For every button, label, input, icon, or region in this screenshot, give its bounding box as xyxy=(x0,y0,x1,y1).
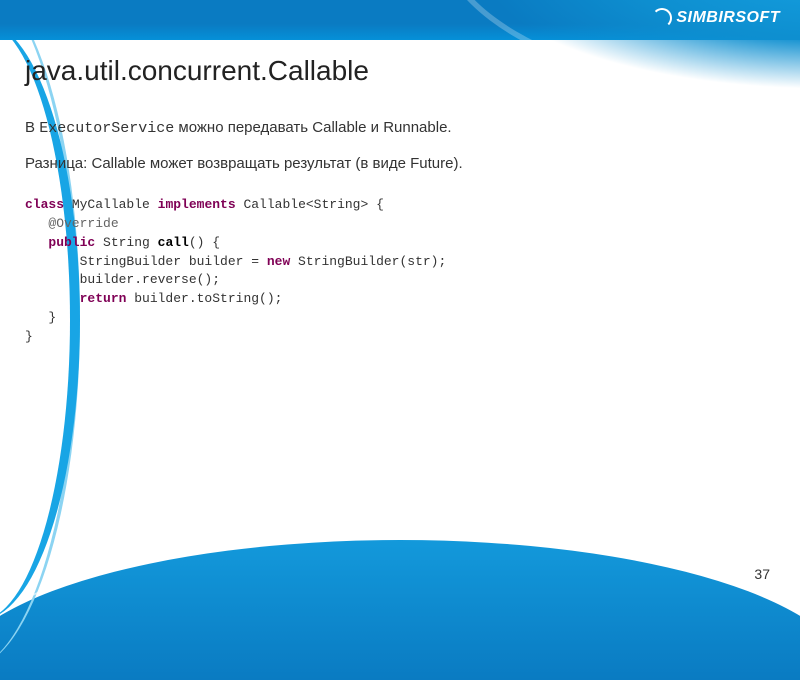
code-close1: } xyxy=(25,310,56,325)
code-sample: class MyCallable implements Callable<Str… xyxy=(25,196,775,347)
paragraph-1: В ExecutorService можно передавать Calla… xyxy=(25,117,775,139)
code-annotation: @Override xyxy=(25,216,119,231)
code-body2: builder.reverse(); xyxy=(25,272,220,287)
slide-content: java.util.concurrent.Callable В Executor… xyxy=(25,55,775,550)
kw-public: public xyxy=(25,235,95,250)
brand-logo: SIMBIRSOFT xyxy=(652,8,780,28)
kw-new: new xyxy=(267,254,290,269)
kw-implements: implements xyxy=(158,197,236,212)
logo-text: SIMBIRSOFT xyxy=(676,9,780,27)
code-body1b: StringBuilder(str); xyxy=(290,254,446,269)
kw-return: return xyxy=(25,291,126,306)
code-method-parens: () { xyxy=(189,235,220,250)
code-close2: } xyxy=(25,329,33,344)
paragraph-2: Разница: Callable может возвращать резул… xyxy=(25,153,775,174)
code-body3: builder.toString(); xyxy=(126,291,282,306)
p1-prefix: В xyxy=(25,119,39,136)
p1-mono: ExecutorService xyxy=(39,120,174,137)
code-impl-suffix: Callable<String> { xyxy=(236,197,384,212)
kw-class: class xyxy=(25,197,64,212)
code-method-name: call xyxy=(158,235,189,250)
code-classname: MyCallable xyxy=(64,197,158,212)
code-rettype: String xyxy=(95,235,157,250)
p1-suffix: можно передавать Callable и Runnable. xyxy=(174,119,451,136)
page-number: 37 xyxy=(754,566,770,582)
slide-title: java.util.concurrent.Callable xyxy=(25,55,775,87)
logo-icon xyxy=(652,8,672,28)
bottom-arc-decoration xyxy=(0,540,800,680)
code-body1: StringBuilder builder = xyxy=(25,254,267,269)
